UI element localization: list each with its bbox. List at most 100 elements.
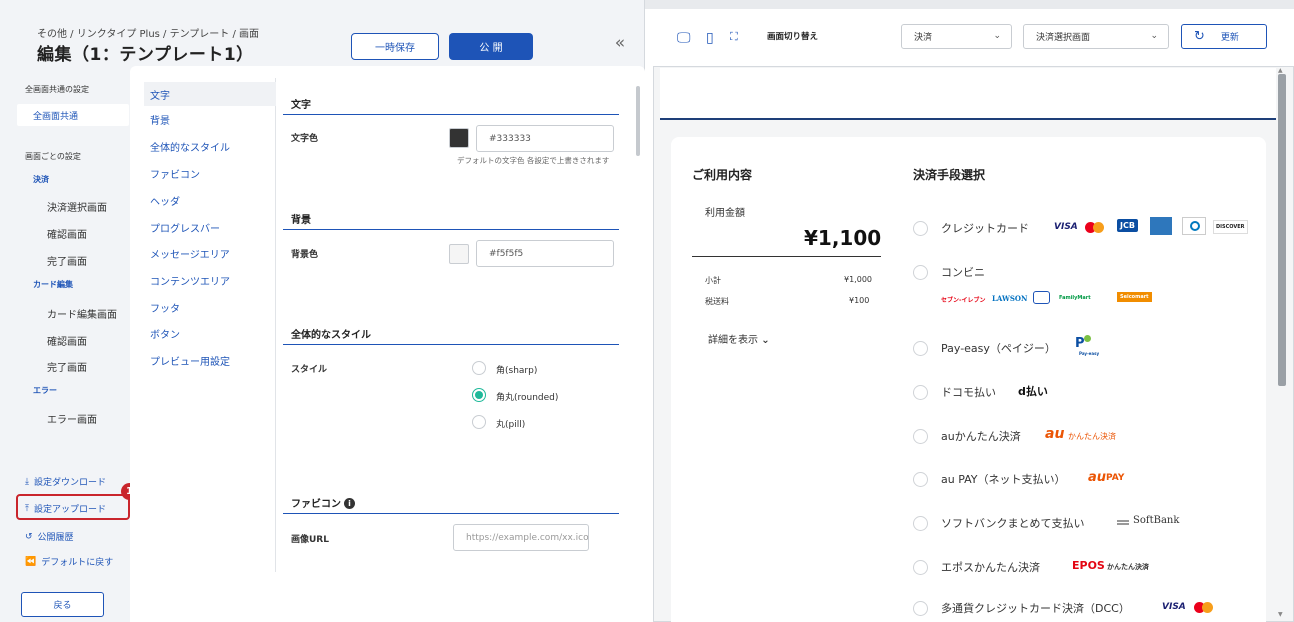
style-radio-rounded[interactable] <box>472 388 486 402</box>
download-icon: ⤓ <box>25 476 29 487</box>
page-title: 編集（1：テンプレート1） <box>37 45 254 65</box>
text-color-swatch[interactable] <box>449 128 469 148</box>
style-radio-pill[interactable] <box>472 415 486 429</box>
text-color-help: デフォルトの文字色 各設定で上書きされます <box>457 156 610 165</box>
mobile-icon[interactable]: ▯ <box>706 30 714 46</box>
chevron-down-icon: ⌄ <box>1150 31 1158 41</box>
subtotal-value: ¥1,000 <box>844 275 872 284</box>
style-radio-sharp[interactable] <box>472 361 486 375</box>
method-label-docomo: ドコモ払い <box>941 386 996 399</box>
au-logo: au <box>1088 470 1107 485</box>
image-url-input[interactable]: https://example.com/xx.ico <box>453 524 589 551</box>
seicomart-logo: Seicomart <box>1117 292 1152 302</box>
collapse-icon[interactable]: « <box>610 33 630 53</box>
breadcrumb[interactable]: その他 / リンクタイプ Plus / テンプレート / 画面 <box>37 25 259 40</box>
settings-download-link[interactable]: ⤓ 設定ダウンロード <box>25 475 106 489</box>
settings-upload-link[interactable]: ⤒ 設定アップロード <box>25 502 106 516</box>
nav-item-card-confirm[interactable]: 確認画面 <box>47 333 87 348</box>
category-text[interactable]: 文字 <box>144 82 276 106</box>
refresh-button[interactable]: ↻ 更新 <box>1181 24 1267 49</box>
section-title-background: 背景 <box>291 215 311 226</box>
publish-history-link[interactable]: ↺ 公開履歴 <box>25 530 74 544</box>
bg-color-label: 背景色 <box>291 250 319 260</box>
bg-color-input[interactable]: #f5f5f5 <box>476 240 614 267</box>
category-header[interactable]: ヘッダ <box>144 188 276 212</box>
method-radio-softbank[interactable] <box>913 516 928 531</box>
publish-button[interactable]: 公 開 <box>449 33 533 60</box>
mastercard-logo <box>1194 602 1214 613</box>
section-divider <box>283 344 619 345</box>
preview-card <box>671 137 1266 622</box>
method-radio-payeasy[interactable] <box>913 341 928 356</box>
category-content-area[interactable]: コンテンツエリア <box>144 268 276 292</box>
nav-item-payment-select[interactable]: 決済選択画面 <box>47 199 107 214</box>
section-title-favicon: ファビコン i <box>291 495 355 510</box>
section-divider <box>283 229 619 230</box>
section-divider <box>283 513 619 514</box>
nav-item-payment-complete[interactable]: 完了画面 <box>47 253 87 268</box>
category-favicon[interactable]: ファビコン <box>144 161 276 185</box>
category-footer[interactable]: フッタ <box>144 295 276 319</box>
nav-item-payment-confirm[interactable]: 確認画面 <box>47 226 87 241</box>
chevron-down-icon: ⌄ <box>993 31 1001 41</box>
category-button[interactable]: ボタン <box>144 321 276 345</box>
flow-select[interactable]: 決済 ⌄ <box>901 24 1012 49</box>
section-divider <box>283 114 619 115</box>
desktop-icon[interactable]: 🖵 <box>677 30 691 46</box>
scroll-down-icon[interactable]: ▼ <box>1278 611 1283 618</box>
method-label-au-pay: au PAY（ネット支払い） <box>941 473 1066 486</box>
method-radio-docomo[interactable] <box>913 385 928 400</box>
method-label-softbank: ソフトバンクまとめて支払い <box>941 517 1085 530</box>
method-radio-dcc[interactable] <box>913 601 928 616</box>
nav-item-card-edit[interactable]: カード編集画面 <box>47 306 117 321</box>
bg-color-swatch[interactable] <box>449 244 469 264</box>
info-icon[interactable]: i <box>344 498 355 509</box>
nav-item-error[interactable]: エラー画面 <box>47 411 97 426</box>
seven-eleven-logo: セブン-イレブン <box>941 297 986 304</box>
section-title-text: 文字 <box>291 100 311 111</box>
shipping-value: ¥100 <box>849 296 870 305</box>
method-radio-epos[interactable] <box>913 560 928 575</box>
subtotal-label: 小計 <box>705 276 721 285</box>
fullscreen-icon[interactable]: ⛶ <box>730 30 738 44</box>
preview-header <box>660 68 1276 120</box>
nav-item-common[interactable]: 全画面共通 <box>17 104 129 126</box>
show-details-link[interactable]: 詳細を表示 ⌄ <box>708 331 770 346</box>
nav-group-payment: 決済 <box>33 175 49 184</box>
style-option-rounded: 角丸(rounded) <box>496 393 559 403</box>
category-overall-style[interactable]: 全体的なスタイル <box>144 134 276 158</box>
nav-item-card-complete[interactable]: 完了画面 <box>47 359 87 374</box>
temp-save-button[interactable]: 一時保存 <box>351 33 439 60</box>
method-label-payeasy: Pay-easy（ペイジー） <box>941 342 1056 355</box>
nav-heading-per-screen: 画面ごとの設定 <box>25 152 81 161</box>
screen-select[interactable]: 決済選択画面 ⌄ <box>1023 24 1169 49</box>
style-option-sharp: 角(sharp) <box>496 366 538 376</box>
preview-scrollbar[interactable] <box>1278 74 1286 386</box>
upload-icon: ⤒ <box>25 503 29 514</box>
back-button[interactable]: 戻る <box>21 592 104 617</box>
category-progress-bar[interactable]: プログレスバー <box>144 215 276 239</box>
au-logo: au <box>1045 426 1065 442</box>
au-pay-logo: PAY <box>1106 473 1125 483</box>
category-background[interactable]: 背景 <box>144 107 276 131</box>
nav-heading-common: 全画面共通の設定 <box>25 85 89 94</box>
text-color-input[interactable]: #333333 <box>476 125 614 152</box>
softbank-logo: SoftBank <box>1133 515 1180 526</box>
method-radio-au-kantan[interactable] <box>913 429 928 444</box>
scroll-up-icon[interactable]: ▲ <box>1278 67 1283 74</box>
nav-group-error: エラー <box>33 386 57 395</box>
method-label-dcc: 多通貨クレジットカード決済（DCC） <box>941 602 1130 615</box>
amount-value: ¥1,100 <box>804 226 882 250</box>
usage-title: ご利用内容 <box>692 168 753 182</box>
method-radio-convenience[interactable] <box>913 265 928 280</box>
method-radio-credit[interactable] <box>913 221 928 236</box>
epos-kantan-logo: かんたん決済 <box>1107 563 1149 571</box>
method-radio-au-pay[interactable] <box>913 472 928 487</box>
reset-default-link[interactable]: ⏪ デフォルトに戻す <box>25 555 113 569</box>
rewind-icon: ⏪ <box>25 556 37 567</box>
image-url-label: 画像URL <box>291 535 329 545</box>
category-preview-settings[interactable]: プレビュー用設定 <box>144 348 276 372</box>
diners-logo <box>1182 217 1206 235</box>
category-message-area[interactable]: メッセージエリア <box>144 241 276 265</box>
form-scrollbar[interactable] <box>636 86 640 156</box>
